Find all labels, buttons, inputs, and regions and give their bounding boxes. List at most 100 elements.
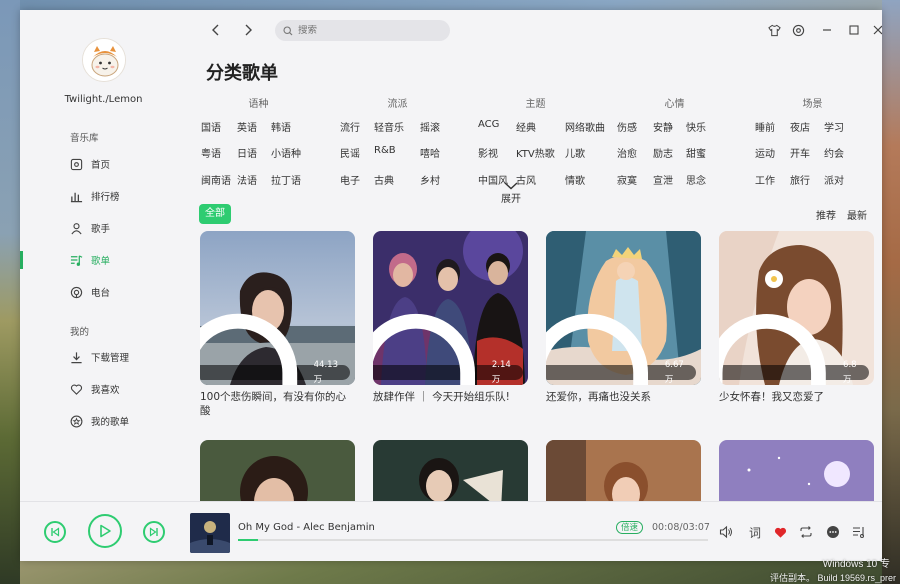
expand-button[interactable]: 展开 [501, 182, 521, 205]
playlist-title[interactable]: 还爱你，再痛也没关系 [546, 390, 696, 404]
category-tag[interactable]: 嘻哈 [420, 145, 440, 160]
speed-badge[interactable]: 倍速 [616, 521, 644, 534]
progress-bar[interactable] [238, 539, 708, 541]
category-column: 心情 伤感 安静 快乐 治愈 励志 甜蜜 寂寞 宣泄 思念 [617, 95, 732, 187]
category-tag[interactable]: 伤感 [617, 119, 637, 134]
play-icon [100, 524, 111, 538]
category-tag[interactable]: 民谣 [340, 145, 360, 160]
category-tag[interactable]: 情歌 [565, 172, 585, 187]
category-tag[interactable]: 小语种 [271, 145, 301, 160]
playlist-card[interactable]: 44.13万 100个悲伤瞬间，有没有你的心酸 [200, 231, 355, 418]
sidebar-item-label: 我的歌单 [91, 417, 130, 428]
category-tag[interactable]: 闽南语 [201, 172, 231, 187]
category-tag[interactable]: 寂寞 [617, 172, 637, 187]
category-tag[interactable]: 运动 [755, 145, 775, 160]
category-tag[interactable]: 开车 [790, 145, 810, 160]
lyrics-button[interactable]: 词 [747, 524, 763, 540]
category-tag[interactable]: 摇滚 [420, 119, 440, 134]
playlist-cover: 44.13万 [200, 231, 355, 385]
category-tag[interactable]: 电子 [340, 172, 360, 187]
back-button[interactable] [207, 21, 225, 39]
category-tag[interactable]: 派对 [824, 172, 844, 187]
category-tag[interactable]: 思念 [686, 172, 706, 187]
desktop-wallpaper-left [0, 0, 20, 584]
now-playing-cover[interactable] [190, 513, 230, 553]
sort-newest[interactable]: 最新 [847, 207, 867, 222]
minimize-button[interactable] [819, 22, 835, 38]
category-tag[interactable]: 学习 [824, 119, 844, 134]
category-tag[interactable]: 拉丁语 [271, 172, 301, 187]
close-button[interactable] [870, 22, 882, 38]
category-tag[interactable]: 乡村 [420, 172, 440, 187]
playlist-card[interactable]: 6.67万 还爱你，再痛也没关系 [546, 231, 701, 404]
playlist-title[interactable]: 少女怀春！我又恋爱了 [719, 390, 869, 404]
category-tag[interactable]: 古典 [374, 172, 394, 187]
playlist-title[interactable]: 放肆作伴 ｜ 今天开始组乐队! [373, 390, 523, 404]
previous-button[interactable] [44, 521, 66, 543]
loop-mode-button[interactable] [798, 524, 814, 540]
category-tag[interactable]: 法语 [237, 172, 257, 187]
play-button[interactable] [88, 514, 122, 548]
category-tag[interactable]: 约会 [824, 145, 844, 160]
category-tag[interactable]: 夜店 [790, 119, 810, 134]
category-tag[interactable]: 轻音乐 [374, 119, 404, 134]
category-tag[interactable]: 治愈 [617, 145, 637, 160]
section-title-library: 音乐库 [70, 133, 99, 144]
category-tag[interactable]: R&B [374, 145, 396, 156]
category-tag[interactable]: 睡前 [755, 119, 775, 134]
headphones-icon [546, 313, 649, 385]
search-icon [283, 25, 293, 35]
playlist-card[interactable]: 2.14万 放肆作伴 ｜ 今天开始组乐队! [373, 231, 528, 404]
volume-button[interactable] [718, 524, 734, 540]
category-tag[interactable]: 宣泄 [653, 172, 673, 187]
category-tag[interactable]: ACG [478, 119, 499, 130]
filter-all-button[interactable]: 全部 [199, 204, 231, 224]
next-button[interactable] [143, 521, 165, 543]
category-tag[interactable]: 经典 [516, 119, 536, 134]
sidebar-item-home[interactable]: 首页 [20, 151, 187, 177]
chevron-right-icon [245, 24, 252, 36]
category-tag[interactable]: 英语 [237, 119, 257, 134]
search-input[interactable] [298, 25, 438, 36]
category-tag[interactable]: 工作 [755, 172, 775, 187]
playlist-cover: 6.67万 [546, 231, 701, 385]
category-tag[interactable]: 网络歌曲 [565, 119, 605, 134]
sidebar-item-downloads[interactable]: 下载管理 [20, 344, 187, 370]
desktop-wallpaper-right [882, 0, 900, 584]
category-tag[interactable]: 粤语 [201, 145, 221, 160]
now-playing-title[interactable]: Oh My God - Alec Benjamin [238, 522, 375, 533]
sort-recommend[interactable]: 推荐 [816, 207, 836, 222]
category-tag[interactable]: 儿歌 [565, 145, 585, 160]
skin-button[interactable] [766, 22, 782, 38]
category-tag[interactable]: 旅行 [790, 172, 810, 187]
sidebar-item-favorites[interactable]: 我喜欢 [20, 376, 187, 402]
chevron-left-icon [212, 24, 219, 36]
search-box[interactable] [275, 20, 450, 41]
sidebar-item-artists[interactable]: 歌手 [20, 215, 187, 241]
sidebar-item-playlists[interactable]: 歌单 [20, 247, 187, 273]
category-tag[interactable]: 韩语 [271, 119, 291, 134]
category-tag[interactable]: 安静 [653, 119, 673, 134]
category-tag[interactable]: KTV热歌 [516, 145, 555, 160]
forward-button[interactable] [239, 21, 257, 39]
maximize-button[interactable] [846, 22, 862, 38]
category-heading: 流派 [387, 99, 408, 110]
category-tag[interactable]: 快乐 [686, 119, 706, 134]
category-tag[interactable]: 日语 [237, 145, 257, 160]
sidebar-item-my-playlists[interactable]: 我的歌单 [20, 408, 187, 434]
playlist-title[interactable]: 100个悲伤瞬间，有没有你的心酸 [200, 390, 350, 418]
heart-outline-icon [70, 384, 83, 395]
category-tag[interactable]: 流行 [340, 119, 360, 134]
queue-button[interactable] [851, 524, 867, 540]
avatar[interactable] [82, 38, 126, 82]
category-tag[interactable]: 影视 [478, 145, 498, 160]
sidebar-item-charts[interactable]: 排行榜 [20, 183, 187, 209]
settings-button[interactable] [790, 22, 806, 38]
like-button[interactable] [772, 524, 788, 540]
sidebar-item-radio[interactable]: 电台 [20, 279, 187, 305]
more-button[interactable] [825, 524, 841, 540]
category-tag[interactable]: 甜蜜 [686, 145, 706, 160]
category-tag[interactable]: 励志 [653, 145, 673, 160]
category-tag[interactable]: 国语 [201, 119, 221, 134]
playlist-card[interactable]: 6.8万 少女怀春！我又恋爱了 [719, 231, 874, 404]
